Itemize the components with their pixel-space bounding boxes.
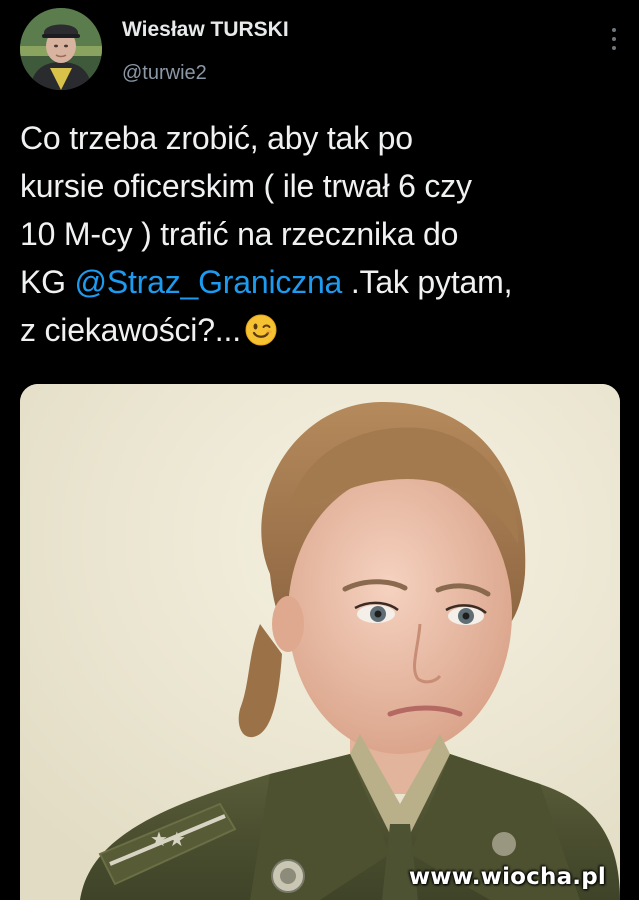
photo-image: ★★ xyxy=(20,384,620,900)
avatar-image xyxy=(20,8,102,90)
svg-text:★★: ★★ xyxy=(150,827,186,851)
tweet-text-line: .Tak pytam, xyxy=(342,264,513,300)
tweet-text-line: 10 M-cy ) trafić na rzecznika do xyxy=(20,216,459,252)
tweet: Wiesław TURSKI @turwie2 Co trzeba zrobić… xyxy=(0,0,639,900)
tweet-text: Co trzeba zrobić, aby tak po kursie ofic… xyxy=(20,114,620,354)
tweet-text-line: z ciekawości?... xyxy=(20,312,241,348)
mention-link[interactable]: @Straz_Graniczna xyxy=(75,264,343,300)
author-name[interactable]: Wiesław TURSKI xyxy=(122,18,289,42)
tweet-text-line: KG xyxy=(20,264,75,300)
tweet-text-line: kursie oficerskim ( ile trwał 6 czy xyxy=(20,168,472,204)
winking-face-emoji-icon xyxy=(245,314,277,346)
tweet-text-line: Co trzeba zrobić, aby tak po xyxy=(20,120,413,156)
avatar[interactable] xyxy=(20,8,102,90)
tweet-media-photo[interactable]: ★★ www.wiocha.pl xyxy=(20,384,620,900)
more-options-icon[interactable] xyxy=(611,28,617,54)
tweet-header: Wiesław TURSKI @turwie2 xyxy=(18,6,639,96)
author-handle[interactable]: @turwie2 xyxy=(122,62,207,85)
watermark: www.wiocha.pl xyxy=(408,864,606,890)
